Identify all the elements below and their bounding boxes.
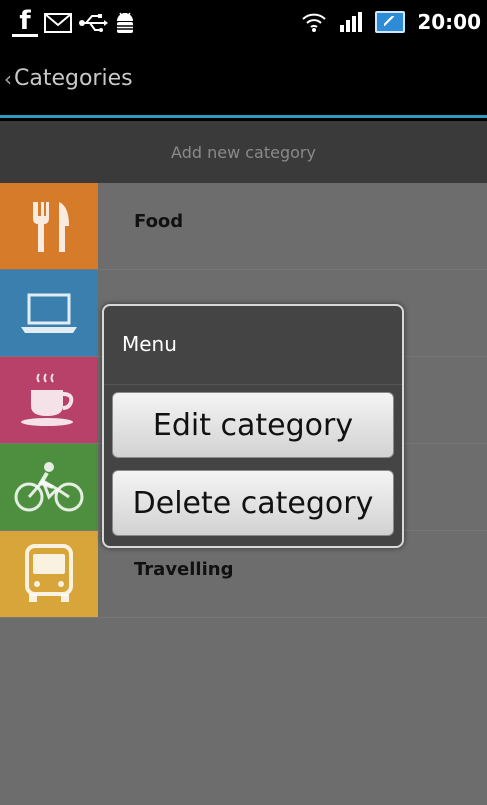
category-tile-coffee xyxy=(0,357,98,443)
system-icons: 20:00 xyxy=(301,10,481,34)
category-tile-travelling xyxy=(0,531,98,617)
add-category-button[interactable]: Add new category xyxy=(0,121,487,183)
notification-icons: f xyxy=(12,8,136,37)
category-tile-sport xyxy=(0,444,98,530)
usb-icon xyxy=(79,13,108,32)
list-item[interactable]: Food xyxy=(0,183,487,270)
clock-time: 20:00 xyxy=(417,10,481,34)
category-tile-food xyxy=(0,183,98,269)
page-title: Categories xyxy=(14,66,133,91)
bicycle-icon xyxy=(14,462,84,512)
dialog-divider xyxy=(104,384,402,385)
category-label: Travelling xyxy=(134,559,234,580)
title-bar: ‹ Categories xyxy=(0,46,487,118)
back-button[interactable]: ‹ Categories xyxy=(4,66,133,91)
bus-icon xyxy=(25,544,73,602)
category-tile-electronics xyxy=(0,270,98,356)
category-label: Food xyxy=(134,211,184,232)
delete-category-button[interactable]: Delete category xyxy=(112,470,394,536)
chevron-left-icon: ‹ xyxy=(4,66,12,91)
screen: f 20:00 ‹ Categories Add new category Fo… xyxy=(0,0,487,805)
dialog-title: Menu xyxy=(122,332,177,356)
wifi-icon xyxy=(302,13,327,32)
gmail-icon xyxy=(44,12,72,33)
fork-knife-icon xyxy=(33,202,69,252)
status-bar: f 20:00 xyxy=(0,0,487,46)
context-menu-dialog: Menu Edit category Delete category xyxy=(102,304,404,548)
battery-icon xyxy=(375,11,406,33)
coffee-cup-icon xyxy=(21,373,74,426)
android-debug-icon xyxy=(117,12,133,33)
facebook-icon: f xyxy=(12,8,38,37)
signal-icon xyxy=(340,12,363,32)
edit-category-button[interactable]: Edit category xyxy=(112,392,394,458)
laptop-icon xyxy=(21,293,77,333)
